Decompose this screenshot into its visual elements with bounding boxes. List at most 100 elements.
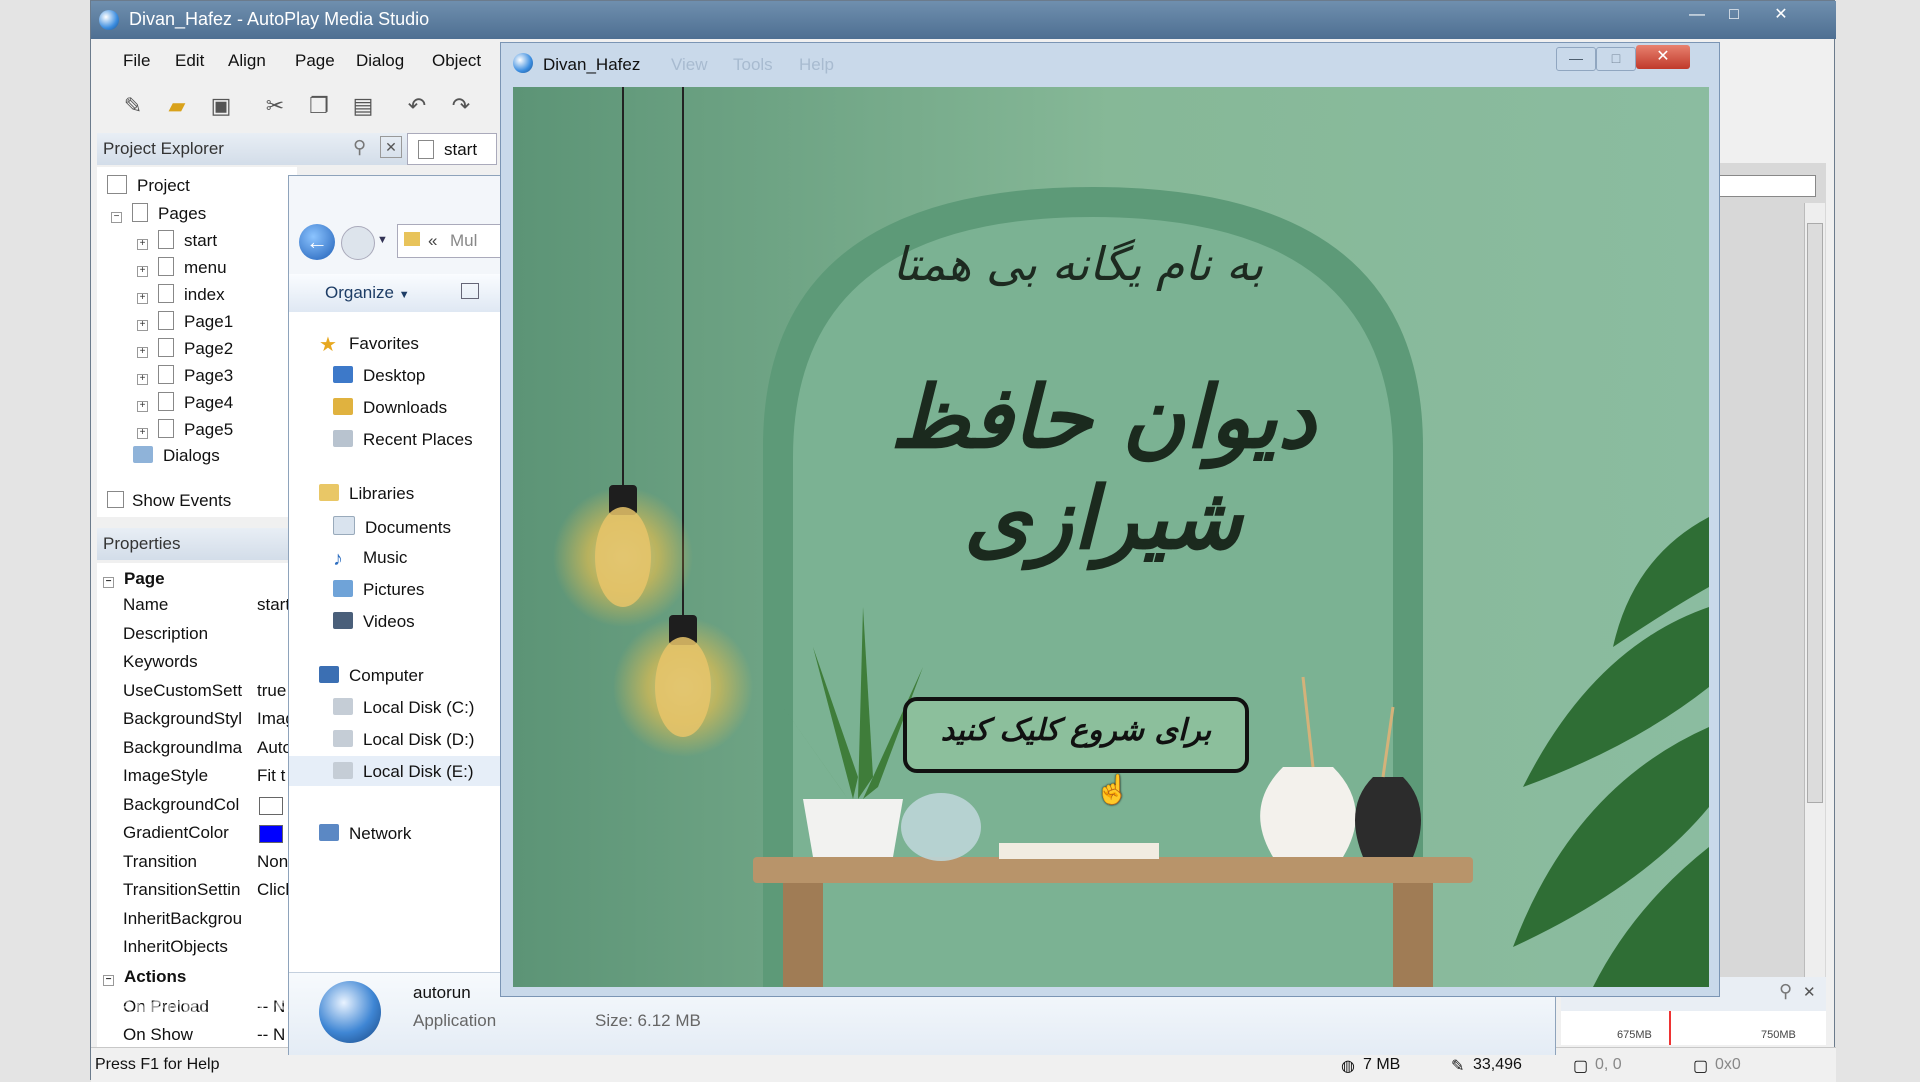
nav-documents[interactable]: Documents <box>333 516 451 538</box>
property-row[interactable]: ImageStyle Fit t <box>97 764 297 792</box>
address-bar[interactable]: « Mul <box>397 224 517 258</box>
property-name: BackgroundIma <box>123 737 243 757</box>
vertical-scrollbar[interactable] <box>1804 203 1825 993</box>
expand-icon[interactable]: + <box>137 374 148 385</box>
property-row[interactable]: GradientColor <box>97 821 297 849</box>
nav-desktop[interactable]: Desktop <box>333 366 425 386</box>
menu-edit[interactable]: Edit <box>175 51 204 71</box>
property-row[interactable]: UseCustomSett true <box>97 679 297 707</box>
section-actions[interactable]: − Actions <box>103 967 186 987</box>
expand-icon[interactable]: + <box>137 320 148 331</box>
nav-favorites[interactable]: ★ Favorites <box>319 334 419 355</box>
tree-page-page5[interactable]: + Page5 <box>137 419 233 440</box>
panel-close-icon[interactable]: ✕ <box>1803 983 1816 1001</box>
property-row[interactable]: InheritObjects <box>97 935 297 963</box>
back-arrow-icon[interactable]: ← <box>299 224 335 260</box>
property-row[interactable]: BackgroundCol <box>97 793 297 821</box>
nav-network[interactable]: Network <box>319 824 411 844</box>
tree-project[interactable]: Project <box>107 175 190 196</box>
nav-drive-c[interactable]: Local Disk (C:) <box>333 698 474 718</box>
expand-icon[interactable]: + <box>137 293 148 304</box>
collapse-icon[interactable]: − <box>103 975 114 986</box>
nav-drive-d[interactable]: Local Disk (D:) <box>333 730 474 750</box>
view-icon[interactable] <box>461 283 479 299</box>
tree-page-menu[interactable]: + menu <box>137 257 227 278</box>
popup-minimize-button[interactable]: — <box>1556 47 1596 71</box>
paste-icon[interactable]: ▤ <box>345 89 381 123</box>
main-titlebar: Divan_Hafez - AutoPlay Media Studio — □ … <box>91 1 1836 39</box>
maximize-button[interactable]: □ <box>1711 3 1757 27</box>
collapse-icon[interactable]: − <box>103 577 114 588</box>
checkbox-box[interactable] <box>107 491 124 508</box>
undo-icon[interactable]: ↶ <box>399 89 435 123</box>
tree-page-index[interactable]: + index <box>137 284 225 305</box>
nav-computer[interactable]: Computer <box>319 666 424 686</box>
history-dropdown-icon[interactable]: ▼ <box>377 234 388 246</box>
forward-arrow-icon[interactable] <box>341 226 375 260</box>
cut-icon[interactable]: ✂ <box>257 89 293 123</box>
toolbar: ✎ ▰ ▣ ✂ ❐ ▤ ↶ ↷ <box>91 83 501 131</box>
property-row[interactable]: Transition Non <box>97 850 297 878</box>
nav-pictures[interactable]: Pictures <box>333 580 424 600</box>
property-name: GradientColor <box>123 823 229 842</box>
start-button[interactable]: برای شروع کلیک کنید <box>903 697 1249 773</box>
property-row[interactable]: TransitionSettin Click <box>97 878 297 906</box>
color-swatch[interactable] <box>259 796 283 815</box>
property-row[interactable]: BackgroundIma Auto <box>97 736 297 764</box>
nav-videos[interactable]: Videos <box>333 612 415 632</box>
property-row[interactable]: Keywords <box>97 650 297 678</box>
scrollbar-thumb[interactable] <box>1807 223 1823 803</box>
expand-icon[interactable]: + <box>137 239 148 250</box>
wand-icon[interactable]: ✎ <box>115 89 151 123</box>
show-events-checkbox[interactable]: Show Events <box>107 491 231 511</box>
objects-icon: ✎ <box>1451 1058 1465 1075</box>
expand-icon[interactable]: + <box>137 401 148 412</box>
expand-icon[interactable]: + <box>137 266 148 277</box>
expand-icon[interactable]: + <box>137 347 148 358</box>
property-row[interactable]: InheritBackgrou <box>97 907 297 935</box>
tab-start[interactable]: start <box>407 133 497 165</box>
popup-close-button[interactable]: ✕ <box>1636 45 1690 69</box>
nav-drive-e[interactable]: Local Disk (E:) <box>333 762 474 782</box>
nav-libraries[interactable]: Libraries <box>319 484 414 504</box>
ruler-mark-right: 750MB <box>1761 1029 1796 1041</box>
property-row[interactable]: Description <box>97 622 297 650</box>
nav-downloads[interactable]: Downloads <box>333 398 447 418</box>
menu-object[interactable]: Object <box>432 51 481 71</box>
color-swatch[interactable] <box>259 825 283 843</box>
pin-icon[interactable]: ⚲ <box>353 137 366 158</box>
tree-dialogs-label: Dialogs <box>163 446 220 465</box>
open-folder-icon[interactable]: ▰ <box>159 89 195 123</box>
menu-page[interactable]: Page <box>295 51 335 71</box>
tree-pages[interactable]: − Pages <box>111 203 206 224</box>
tree-page-start[interactable]: + start <box>137 230 217 251</box>
nav-recent-places[interactable]: Recent Places <box>333 430 473 450</box>
save-icon[interactable]: ▣ <box>203 89 239 123</box>
breadcrumb[interactable]: Mul <box>450 231 477 251</box>
panel-close-icon[interactable]: ✕ <box>380 136 402 158</box>
tree-page-page2[interactable]: + Page2 <box>137 338 233 359</box>
pictures-icon <box>333 580 353 597</box>
close-button[interactable]: ✕ <box>1758 3 1804 27</box>
property-row[interactable]: BackgroundStyl Imag <box>97 707 297 735</box>
collapse-icon[interactable]: − <box>111 212 122 223</box>
copy-icon[interactable]: ❐ <box>301 89 337 123</box>
popup-maximize-button[interactable]: □ <box>1596 47 1636 71</box>
section-page[interactable]: − Page <box>103 569 165 589</box>
pin-icon[interactable]: ⚲ <box>1779 981 1792 1002</box>
property-row[interactable]: Name start <box>97 593 297 621</box>
page-icon <box>158 419 174 438</box>
tree-dialogs[interactable]: Dialogs <box>133 446 220 466</box>
tree-page-page4[interactable]: + Page4 <box>137 392 233 413</box>
redo-icon[interactable]: ↷ <box>443 89 479 123</box>
tree-page-label: menu <box>184 258 227 277</box>
tree-page-page3[interactable]: + Page3 <box>137 365 233 386</box>
nav-music[interactable]: ♪ Music <box>333 548 407 569</box>
menu-file[interactable]: File <box>123 51 150 71</box>
menu-align[interactable]: Align <box>228 51 266 71</box>
organize-button[interactable]: Organize ▼ <box>325 283 410 303</box>
expand-icon[interactable]: + <box>137 428 148 439</box>
ghost-menu-item: View <box>671 55 708 74</box>
menu-dialog[interactable]: Dialog <box>356 51 404 71</box>
tree-page-page1[interactable]: + Page1 <box>137 311 233 332</box>
